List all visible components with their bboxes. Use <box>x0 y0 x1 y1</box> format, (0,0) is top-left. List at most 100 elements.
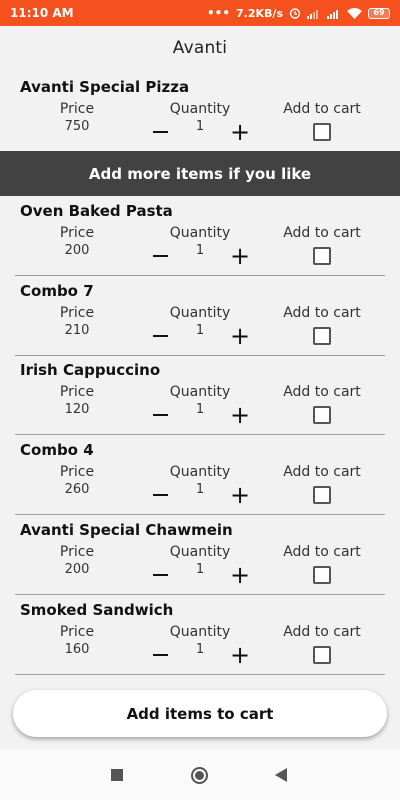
price-column: Price 120 <box>47 384 107 417</box>
price-label: Price <box>59 464 95 480</box>
row-divider <box>15 275 385 276</box>
signal-icon <box>307 8 321 19</box>
list-item: Avanti Special Chawmein Price 200 Quantity 1… <box>15 521 385 595</box>
item-name: Irish Cappuccino <box>20 361 161 379</box>
price-column: Price 160 <box>47 624 107 657</box>
more-notifications-icon: ••• <box>207 6 231 20</box>
add-to-cart-label: Add to cart <box>283 101 361 117</box>
plus-icon: + <box>229 322 251 350</box>
cart-column: Add to cart <box>277 101 367 141</box>
quantity-stepper: 1 + <box>145 641 255 669</box>
price-value: 160 <box>64 642 90 657</box>
item-name: Combo 7 <box>20 282 94 300</box>
row-divider <box>15 434 385 435</box>
plus-icon: + <box>229 481 251 509</box>
wifi-icon <box>347 7 362 19</box>
add-to-cart-checkbox[interactable] <box>313 327 331 345</box>
status-time: 11:10 AM <box>10 6 74 20</box>
quantity-column: Quantity 1 + <box>145 544 255 589</box>
price-value: 200 <box>64 562 90 577</box>
list-item: Smoked Sandwich Price 160 Quantity 1 + Add to … <box>15 601 385 675</box>
network-speed: 7.2KB/s <box>236 6 283 20</box>
price-label: Price <box>59 305 95 321</box>
price-value: 210 <box>64 323 90 338</box>
alarm-icon <box>289 7 301 19</box>
price-column: Price 200 <box>47 225 107 258</box>
price-column: Price 210 <box>47 305 107 338</box>
quantity-label: Quantity <box>169 101 231 117</box>
price-column: Price 750 <box>47 101 107 134</box>
quantity-stepper: 1 + <box>145 481 255 509</box>
price-value: 200 <box>64 243 90 258</box>
add-to-cart-checkbox[interactable] <box>313 646 331 664</box>
plus-icon: + <box>229 641 251 669</box>
quantity-stepper: 1 + <box>145 401 255 429</box>
plus-icon: + <box>229 401 251 429</box>
quantity-stepper: 1 + <box>145 322 255 350</box>
quantity-stepper: 1 + <box>145 242 255 270</box>
add-to-cart-checkbox[interactable] <box>313 406 331 424</box>
cart-column: Add to cart <box>277 624 367 664</box>
increase-quantity-button[interactable]: + <box>229 242 251 270</box>
status-bar: 11:10 AM ••• 7.2KB/s 69 <box>0 0 400 26</box>
price-label: Price <box>59 544 95 560</box>
quantity-label: Quantity <box>169 225 231 241</box>
add-to-cart-checkbox[interactable] <box>313 247 331 265</box>
item-name: Smoked Sandwich <box>20 601 174 619</box>
price-column: Price 260 <box>47 464 107 497</box>
recents-icon[interactable] <box>111 769 123 781</box>
list-item: Combo 4 Price 260 Quantity 1 + Add to cart <box>15 441 385 515</box>
cart-column: Add to cart <box>277 464 367 504</box>
quantity-column: Quantity 1 + <box>145 384 255 429</box>
back-icon[interactable] <box>275 768 287 782</box>
quantity-column: Quantity 1 + <box>145 225 255 270</box>
plus-icon: + <box>229 242 251 270</box>
list-item: Oven Baked Pasta Price 200 Quantity 1 + Add to… <box>15 202 385 276</box>
row-divider <box>15 674 385 675</box>
price-column: Price 200 <box>47 544 107 577</box>
add-to-cart-label: Add to cart <box>283 464 361 480</box>
add-to-cart-label: Add to cart <box>283 305 361 321</box>
add-to-cart-label: Add to cart <box>283 544 361 560</box>
item-name: Avanti Special Chawmein <box>20 521 233 539</box>
item-name: Combo 4 <box>20 441 94 459</box>
increase-quantity-button[interactable]: + <box>229 322 251 350</box>
home-icon[interactable] <box>191 767 208 784</box>
row-divider <box>15 355 385 356</box>
quantity-label: Quantity <box>169 384 231 400</box>
add-to-cart-checkbox[interactable] <box>313 566 331 584</box>
cart-column: Add to cart <box>277 305 367 345</box>
quantity-column: Quantity 1 + <box>145 624 255 669</box>
increase-quantity-button[interactable]: + <box>229 641 251 669</box>
plus-icon: + <box>229 118 251 146</box>
plus-icon: + <box>229 561 251 589</box>
add-items-to-cart-button[interactable]: Add items to cart <box>13 690 387 737</box>
battery-icon: 69 <box>368 7 390 19</box>
add-to-cart-checkbox[interactable] <box>313 123 331 141</box>
status-icons: ••• 7.2KB/s 69 <box>207 6 390 20</box>
item-name: Oven Baked Pasta <box>20 202 173 220</box>
add-to-cart-checkbox[interactable] <box>313 486 331 504</box>
signal-icon <box>327 8 341 19</box>
cart-column: Add to cart <box>277 544 367 584</box>
quantity-label: Quantity <box>169 464 231 480</box>
price-value: 120 <box>64 402 90 417</box>
list-item: Irish Cappuccino Price 120 Quantity 1 + Add to… <box>15 361 385 435</box>
price-label: Price <box>59 101 95 117</box>
increase-quantity-button[interactable]: + <box>229 401 251 429</box>
quantity-column: Quantity 1 + <box>145 464 255 509</box>
cart-column: Add to cart <box>277 225 367 265</box>
list-item: Combo 7 Price 210 Quantity 1 + Add to cart <box>15 282 385 356</box>
add-to-cart-label: Add to cart <box>283 225 361 241</box>
increase-quantity-button[interactable]: + <box>229 118 251 146</box>
quantity-stepper: 1 + <box>145 118 255 146</box>
quantity-column: Quantity 1 + <box>145 101 255 146</box>
cart-column: Add to cart <box>277 384 367 424</box>
increase-quantity-button[interactable]: + <box>229 481 251 509</box>
quantity-label: Quantity <box>169 544 231 560</box>
quantity-stepper: 1 + <box>145 561 255 589</box>
row-divider <box>15 594 385 595</box>
app-title: Avanti <box>172 38 228 58</box>
quantity-column: Quantity 1 + <box>145 305 255 350</box>
increase-quantity-button[interactable]: + <box>229 561 251 589</box>
